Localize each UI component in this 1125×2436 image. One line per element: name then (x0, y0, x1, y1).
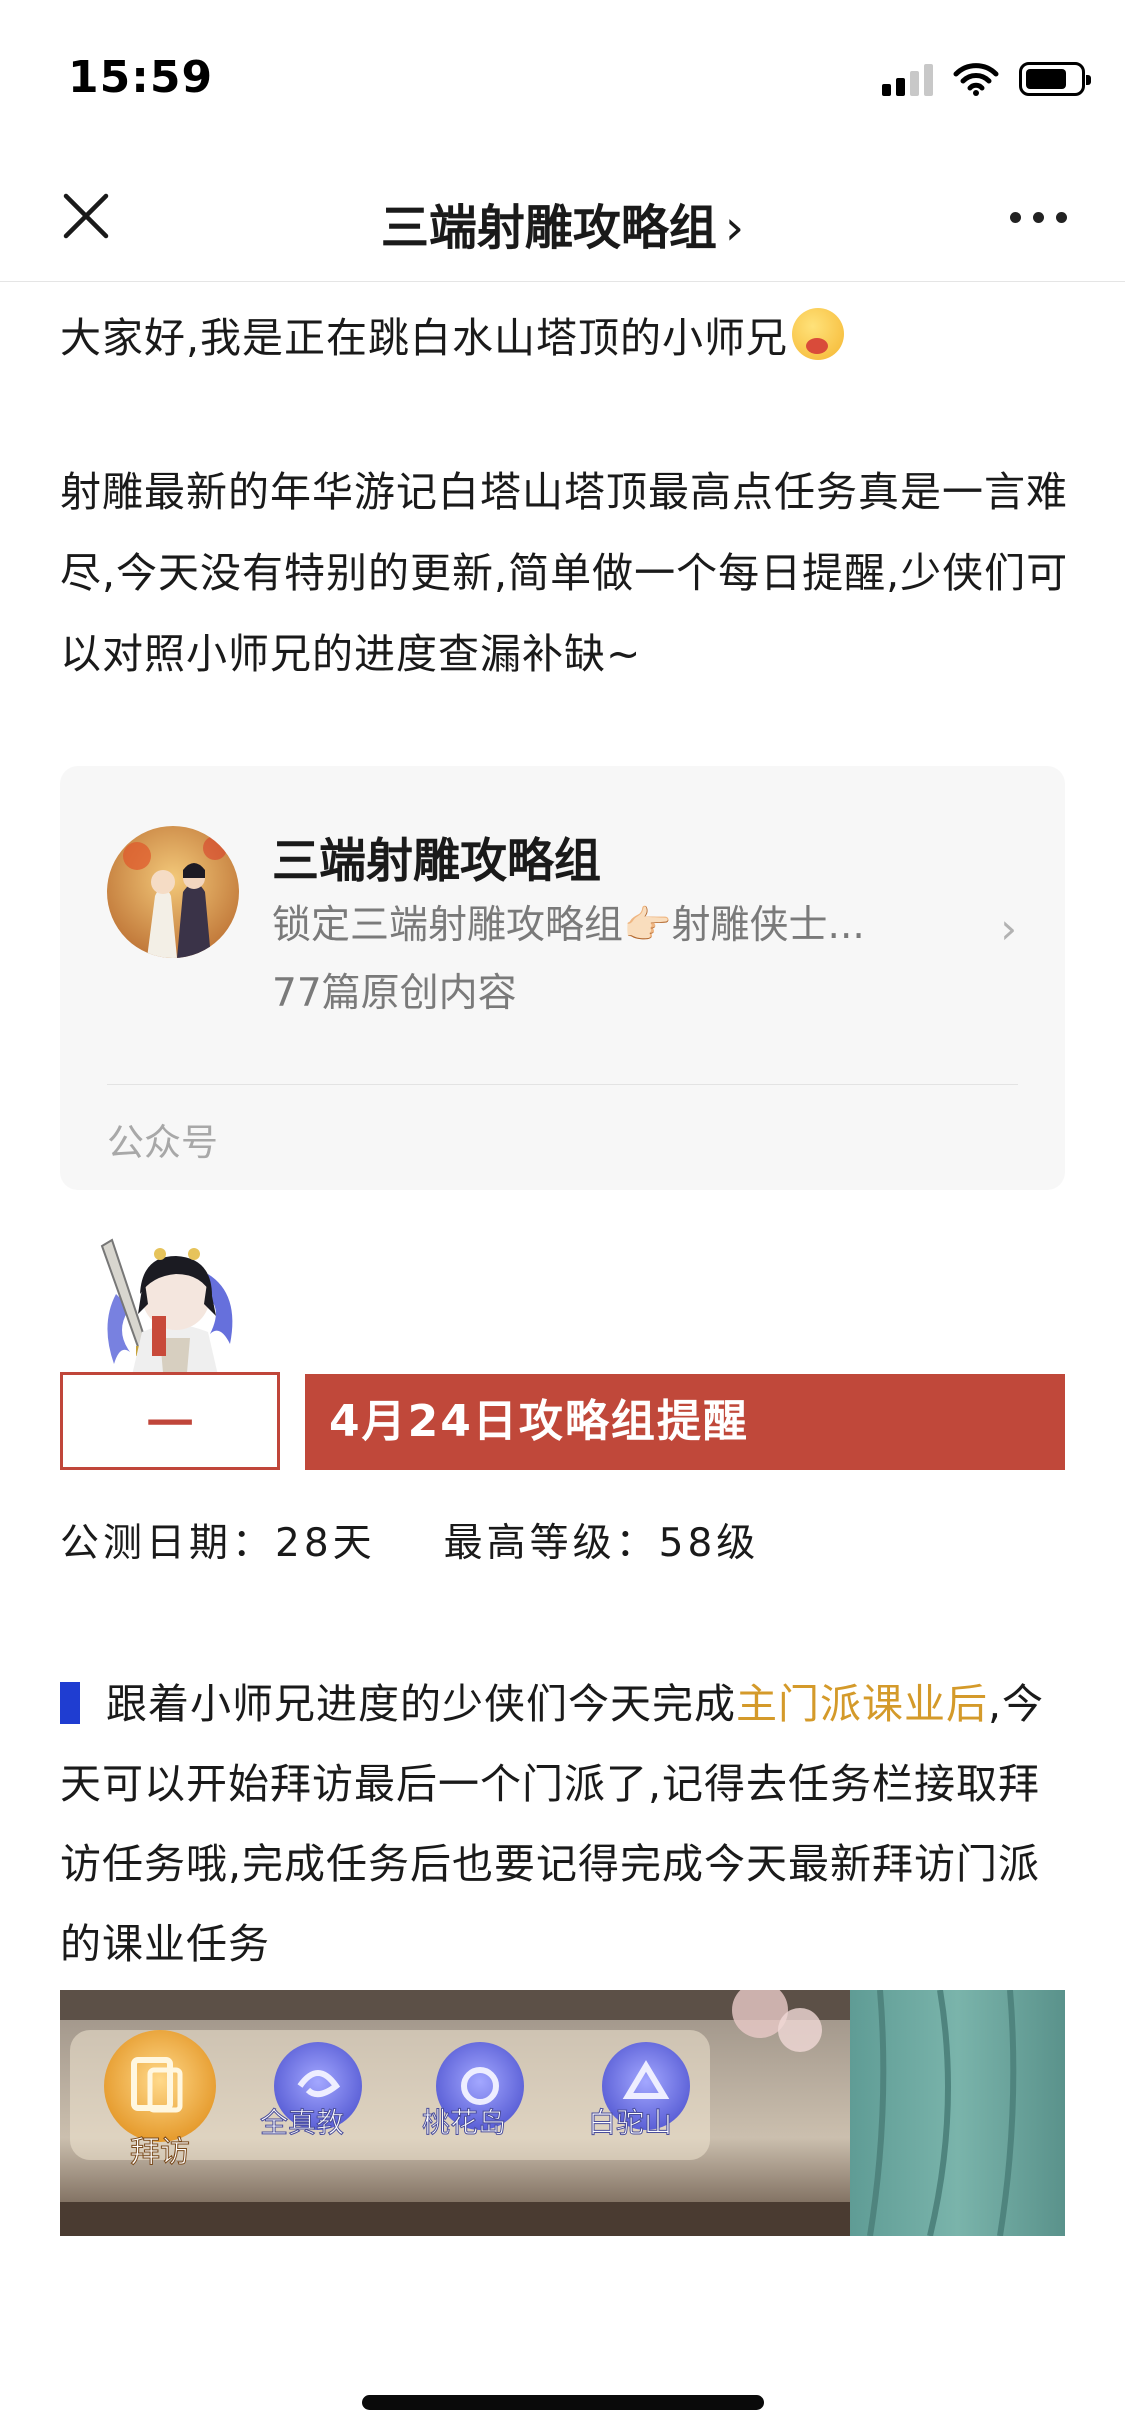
intro-paragraph: 大家好,我是正在跳白水山塔顶的小师兄 (60, 298, 1070, 379)
home-indicator[interactable] (362, 2395, 764, 2410)
guide-highlight: 主门派课业后 (736, 1680, 988, 1728)
menu-item-baituo: 白驼山 (588, 2106, 672, 2139)
menu-item-visit: 拜访 (130, 2135, 190, 2170)
account-avatar (107, 826, 239, 958)
banner-number-box: 一 (60, 1372, 280, 1470)
account-type: 公众号 (107, 1121, 218, 1164)
guide-text-part1: 跟着小师兄进度的少侠们今天完成 (106, 1680, 736, 1728)
article-paragraph: 射雕最新的年华游记白塔山塔顶最高点任务真是一言难尽,今天没有特别的更新,简单做一… (60, 468, 1069, 678)
blue-marker (60, 1682, 80, 1724)
account-article-count: 77篇原创内容 (272, 971, 517, 1016)
chevron-right-icon[interactable]: › (725, 200, 744, 256)
more-icon[interactable] (1010, 212, 1067, 223)
chibi-character-image (100, 1238, 233, 1384)
game-screenshot-image: 拜访 全真教 桃花岛 白驼山 (60, 1990, 1065, 2236)
status-bar: 15:59 (0, 0, 1125, 150)
account-card[interactable]: 三端射雕攻略组 锁定三端射雕攻略组👉🏻射雕侠士... 77篇原创内容 › 公众号 (60, 766, 1065, 1190)
banner-number: 一 (147, 1397, 193, 1451)
status-icons (882, 62, 1091, 96)
chevron-right-icon: › (1000, 904, 1017, 953)
emoji-icon (792, 308, 845, 360)
account-description: 锁定三端射雕攻略组👉🏻射雕侠士... (272, 903, 865, 948)
menu-item-taohua: 桃花岛 (422, 2106, 506, 2139)
card-divider (107, 1084, 1018, 1085)
account-name: 三端射雕攻略组 (272, 834, 601, 889)
stats-line: 公测日期：28天 最高等级：58级 (60, 1512, 759, 1568)
signal-icon (882, 62, 933, 96)
nav-bar: 三端射雕攻略组 › (0, 150, 1125, 282)
launch-label: 公测日期： (60, 1521, 276, 1566)
wifi-icon (953, 63, 999, 96)
intro-text: 大家好,我是正在跳白水山塔顶的小师兄 (60, 314, 789, 362)
banner-title: 4月24日攻略组提醒 (305, 1374, 1065, 1470)
menu-item-quanzhen: 全真教 (260, 2106, 344, 2139)
level-value: 58级 (658, 1521, 760, 1566)
status-time: 15:59 (68, 52, 214, 103)
guide-paragraph: 跟着小师兄进度的少侠们今天完成主门派课业后,今天可以开始拜访最后一个门派了,记得… (60, 1664, 1070, 1984)
launch-value: 28天 (275, 1521, 376, 1566)
nav-title[interactable]: 三端射雕攻略组 › (0, 188, 1125, 258)
nav-title-text[interactable]: 三端射雕攻略组 (381, 200, 717, 256)
battery-icon (1019, 62, 1091, 96)
level-label: 最高等级： (443, 1521, 659, 1566)
